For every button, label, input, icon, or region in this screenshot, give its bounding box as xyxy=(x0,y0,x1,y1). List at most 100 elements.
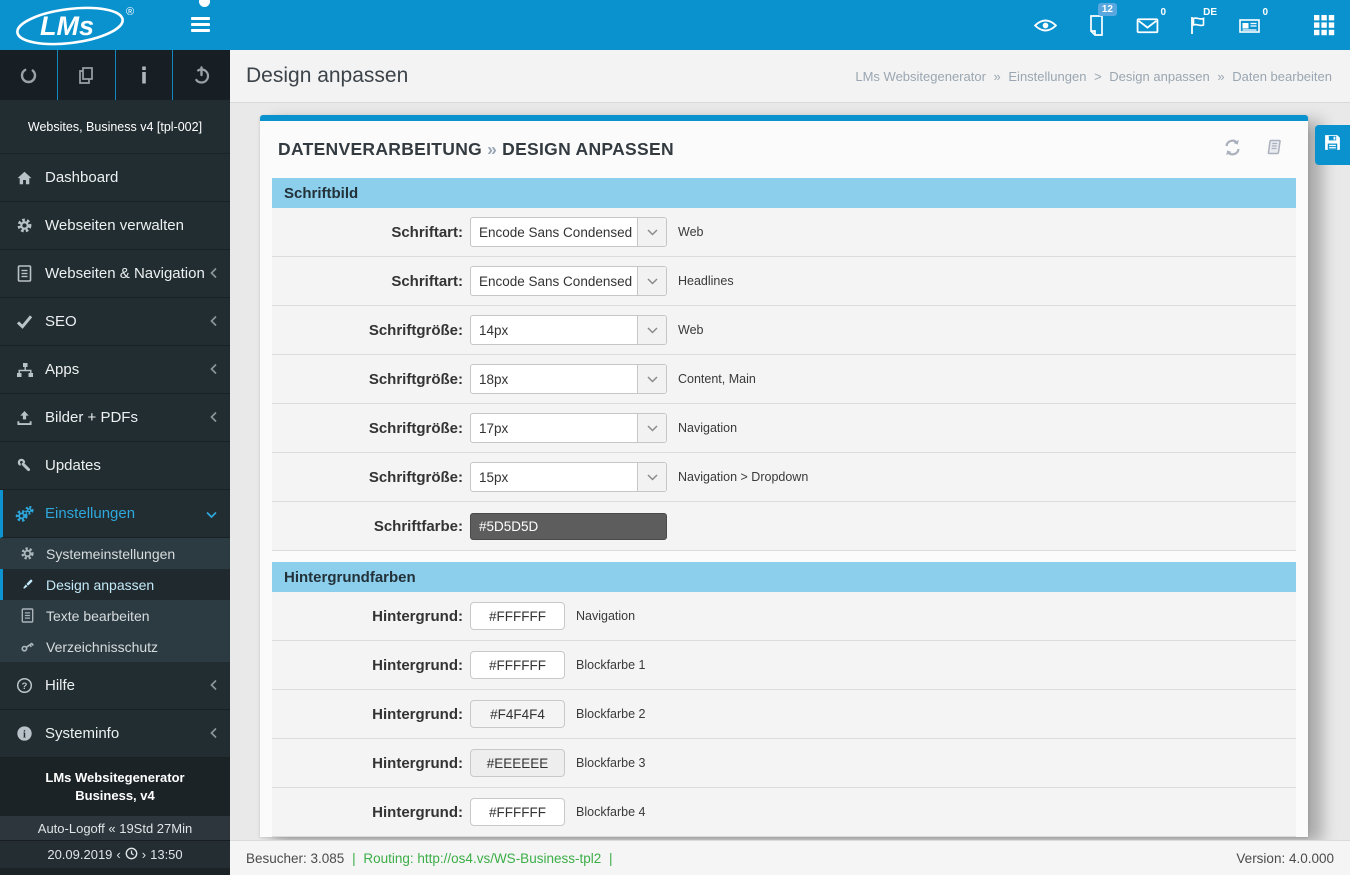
main-area: Design anpassen LMs Websitegenerator » E… xyxy=(230,50,1350,875)
home-icon xyxy=(15,170,34,186)
schriftgroesse-content-select[interactable]: 18px xyxy=(470,364,667,394)
breadcrumb-separator: » xyxy=(993,68,1001,84)
chevron-left-icon xyxy=(210,409,217,426)
chevron-down-icon xyxy=(637,463,666,491)
refresh-icon[interactable] xyxy=(1223,138,1242,162)
sidebar-item-updates[interactable]: Updates xyxy=(0,442,230,490)
schriftart-headlines-select[interactable]: Encode Sans Condensed xyxy=(470,266,667,296)
clock-icon xyxy=(125,847,138,863)
sidebar-item-einstellungen[interactable]: Einstellungen xyxy=(0,490,230,538)
section-header: Hintergrundfarben xyxy=(272,562,1296,592)
field-label: Hintergrund: xyxy=(372,803,463,821)
sidebar-subitem-verzeichnisschutz[interactable]: Verzeichnisschutz xyxy=(0,631,230,662)
chevron-down-icon xyxy=(637,267,666,295)
chevron-left-icon xyxy=(210,313,217,330)
sidebar-item-systeminfo[interactable]: i Systeminfo xyxy=(0,710,230,758)
wrench-icon xyxy=(15,457,34,474)
sidebar-item-label: Webseiten & Navigation xyxy=(45,265,205,282)
schriftgroesse-web-select[interactable]: 14px xyxy=(470,315,667,345)
sidebar-subitem-label: Verzeichnisschutz xyxy=(46,638,159,655)
sidebar-subitem-label: Texte bearbeiten xyxy=(46,607,150,624)
gears-icon xyxy=(15,505,34,523)
sidebar-item-label: Dashboard xyxy=(45,169,119,186)
field-label: Schriftart: xyxy=(391,223,463,241)
sidebar-item-seo[interactable]: SEO xyxy=(0,298,230,346)
field-label: Hintergrund: xyxy=(372,656,463,674)
field-note: Blockfarbe 1 xyxy=(576,658,646,672)
form-row-hintergrund-blockfarbe4: Hintergrund: Blockfarbe 4 xyxy=(272,788,1296,837)
auto-logoff-status: Auto-Logoff « 19Std 27Min xyxy=(0,816,230,841)
form-row-schriftart-web: Schriftart: Encode Sans Condensed Web xyxy=(272,208,1296,257)
sidebar-item-apps[interactable]: Apps xyxy=(0,346,230,394)
sidebar-item-webseiten-verwalten[interactable]: Webseiten verwalten xyxy=(0,202,230,250)
info-circle-icon: i xyxy=(15,725,34,742)
document-icon xyxy=(19,608,36,623)
field-label: Schriftgröße: xyxy=(368,419,463,437)
form-row-hintergrund-navigation: Hintergrund: Navigation xyxy=(272,592,1296,641)
sidebar-subitem-texte-bearbeiten[interactable]: Texte bearbeiten xyxy=(0,600,230,631)
sidebar-item-label: Hilfe xyxy=(45,677,76,694)
pages-icon[interactable]: 12 xyxy=(1084,3,1117,37)
chevron-down-icon xyxy=(637,316,666,344)
chevron-left-icon xyxy=(210,725,217,742)
sidebar-item-webseiten-navigation[interactable]: Webseiten & Navigation xyxy=(0,250,230,298)
section-schriftbild: Schriftbild Schriftart: Encode Sans Cond… xyxy=(272,178,1296,551)
section-hintergrundfarben: Hintergrundfarben Hintergrund: Navigatio… xyxy=(272,562,1296,837)
breadcrumb-link-einstellungen[interactable]: Einstellungen xyxy=(1008,69,1086,84)
form-row-schriftart-headlines: Schriftart: Encode Sans Condensed Headli… xyxy=(272,257,1296,306)
lms-logo[interactable]: LMs ® xyxy=(6,1,156,54)
chevron-left-icon xyxy=(210,361,217,378)
copy-pages-icon[interactable] xyxy=(56,50,115,100)
language-flag-icon[interactable]: DE xyxy=(1186,7,1217,37)
apps-grid-icon[interactable] xyxy=(1312,13,1336,37)
schriftart-web-select[interactable]: Encode Sans Condensed xyxy=(470,217,667,247)
sidebar-quick-actions xyxy=(0,50,230,100)
paintbrush-icon xyxy=(19,577,36,592)
sidebar-item-label: Updates xyxy=(45,457,101,474)
hintergrund-blockfarbe4-input[interactable] xyxy=(470,798,565,826)
field-note: Blockfarbe 2 xyxy=(576,707,646,721)
page-header: Design anpassen LMs Websitegenerator » E… xyxy=(230,50,1350,103)
sidebar-item-bilder-pdfs[interactable]: Bilder + PDFs xyxy=(0,394,230,442)
sidebar-item-label: SEO xyxy=(45,313,77,330)
schriftgroesse-dropdown-select[interactable]: 15px xyxy=(470,462,667,492)
schriftfarbe-input[interactable] xyxy=(470,512,667,540)
power-icon[interactable] xyxy=(172,50,230,100)
sidebar-item-dashboard[interactable]: Dashboard xyxy=(0,154,230,202)
svg-text:?: ? xyxy=(22,681,28,692)
hintergrund-blockfarbe1-input[interactable] xyxy=(470,651,565,679)
hintergrund-navigation-input[interactable] xyxy=(470,602,565,630)
sitemap-icon xyxy=(15,362,34,378)
key-icon xyxy=(19,639,36,654)
sidebar-item-hilfe[interactable]: ? Hilfe xyxy=(0,662,230,710)
breadcrumb-link-home[interactable]: LMs Websitegenerator xyxy=(855,69,986,84)
document-icon xyxy=(15,265,34,282)
news-icon[interactable]: 0 xyxy=(1237,7,1268,37)
mail-icon[interactable]: 0 xyxy=(1135,7,1166,37)
sidebar-item-label: Einstellungen xyxy=(45,505,136,522)
copy-book-icon[interactable] xyxy=(1264,138,1282,162)
save-floppy-icon xyxy=(1323,133,1342,157)
form-row-schriftgroesse-navigation: Schriftgröße: 17px Navigation xyxy=(272,404,1296,453)
save-button[interactable] xyxy=(1315,125,1350,165)
sidebar-subitem-design-anpassen[interactable]: Design anpassen xyxy=(0,569,230,600)
sidebar-item-label: Bilder + PDFs xyxy=(45,409,138,426)
field-label: Hintergrund: xyxy=(372,754,463,772)
sidebar-item-label: Apps xyxy=(45,361,80,378)
routing-link[interactable]: Routing: http://os4.vs/WS-Business-tpl2 xyxy=(363,851,601,866)
preview-eye-icon[interactable] xyxy=(1033,13,1057,37)
reload-icon[interactable] xyxy=(0,50,57,100)
news-count: 0 xyxy=(1262,7,1268,18)
breadcrumb-link-design-anpassen[interactable]: Design anpassen xyxy=(1109,69,1209,84)
sidebar: Websites, Business v4 [tpl-002] Dashboar… xyxy=(0,50,230,875)
breadcrumb-separator: > xyxy=(1094,68,1102,84)
hintergrund-blockfarbe2-input[interactable] xyxy=(470,700,565,728)
field-label: Hintergrund: xyxy=(372,705,463,723)
top-navbar: LMs ® 12 0 DE 0 xyxy=(0,0,1350,50)
sidebar-subitem-systemeinstellungen[interactable]: Systemeinstellungen xyxy=(0,538,230,569)
hintergrund-blockfarbe3-input[interactable] xyxy=(470,749,565,777)
info-icon[interactable] xyxy=(114,50,173,100)
schriftgroesse-navigation-select[interactable]: 17px xyxy=(470,413,667,443)
hamburger-menu-icon[interactable] xyxy=(191,17,211,33)
chevron-down-icon xyxy=(637,365,666,393)
